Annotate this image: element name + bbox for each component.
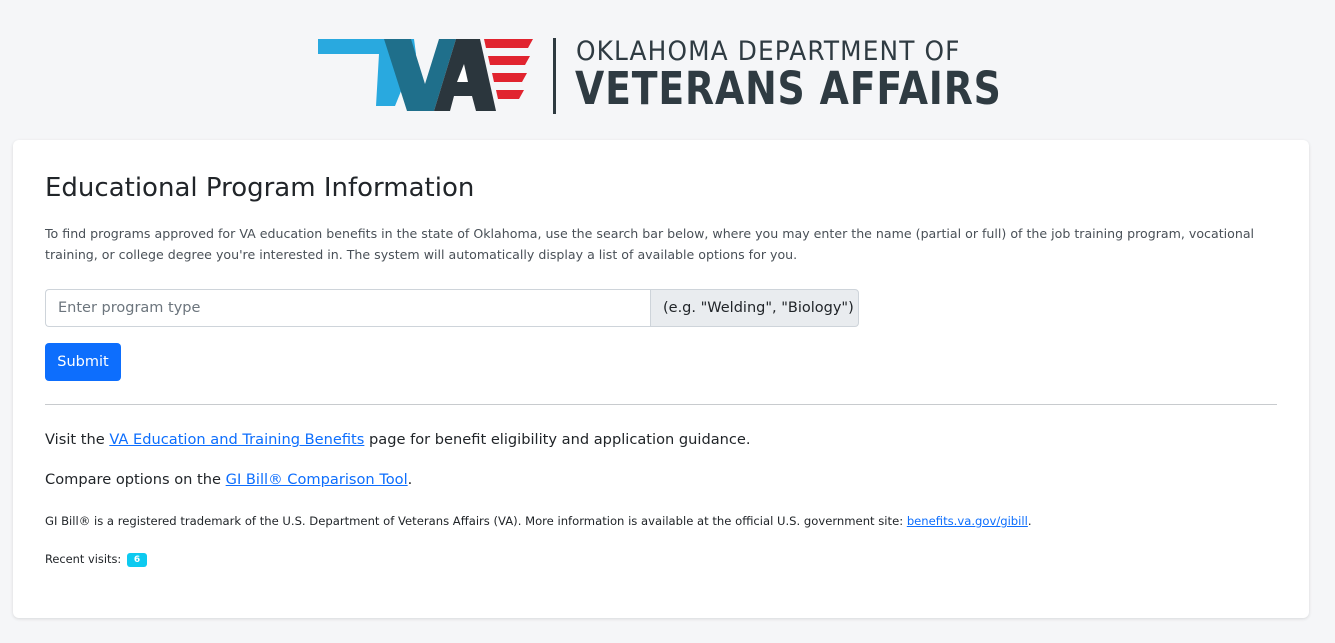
visit-text-after: page for benefit eligibility and applica… bbox=[364, 431, 751, 448]
logo-text-line2: VETERANS AFFAIRS bbox=[575, 62, 1002, 115]
recent-visits: Recent visits: 6 bbox=[45, 552, 148, 567]
trademark-text-before: GI Bill® is a registered trademark of th… bbox=[45, 514, 907, 528]
va-flag-logo-mark bbox=[318, 39, 533, 111]
gi-bill-comparison-tool-link[interactable]: GI Bill® Comparison Tool bbox=[226, 471, 408, 488]
compare-text-after: . bbox=[407, 471, 413, 488]
visit-benefits-text: Visit the VA Education and Training Bene… bbox=[45, 431, 751, 448]
trademark-notice: GI Bill® is a registered trademark of th… bbox=[45, 514, 1032, 528]
odva-logo: OKLAHOMA DEPARTMENT OF VETERANS AFFAIRS bbox=[316, 34, 1002, 118]
recent-visits-count-badge: 6 bbox=[126, 553, 148, 567]
program-search-input[interactable] bbox=[45, 289, 650, 327]
gibill-site-link[interactable]: benefits.va.gov/gibill bbox=[907, 514, 1028, 528]
visit-text-before: Visit the bbox=[45, 431, 110, 448]
divider bbox=[45, 404, 1277, 405]
intro-text: To find programs approved for VA educati… bbox=[45, 226, 1255, 262]
logo-divider bbox=[553, 38, 556, 114]
search-example-addon: (e.g. "Welding", "Biology") bbox=[650, 289, 859, 327]
va-education-benefits-link[interactable]: VA Education and Training Benefits bbox=[109, 431, 364, 448]
submit-button[interactable]: Submit bbox=[45, 343, 121, 381]
page-title: Educational Program Information bbox=[45, 173, 475, 203]
page-header: OKLAHOMA DEPARTMENT OF VETERANS AFFAIRS bbox=[0, 0, 1335, 140]
search-input-group: (e.g. "Welding", "Biology") bbox=[45, 289, 859, 327]
main-card: Educational Program Information To find … bbox=[13, 140, 1309, 618]
compare-options-text: Compare options on the GI Bill® Comparis… bbox=[45, 471, 412, 488]
recent-visits-label: Recent visits: bbox=[45, 552, 122, 566]
compare-text-before: Compare options on the bbox=[45, 471, 226, 488]
trademark-text-after: . bbox=[1027, 514, 1032, 528]
